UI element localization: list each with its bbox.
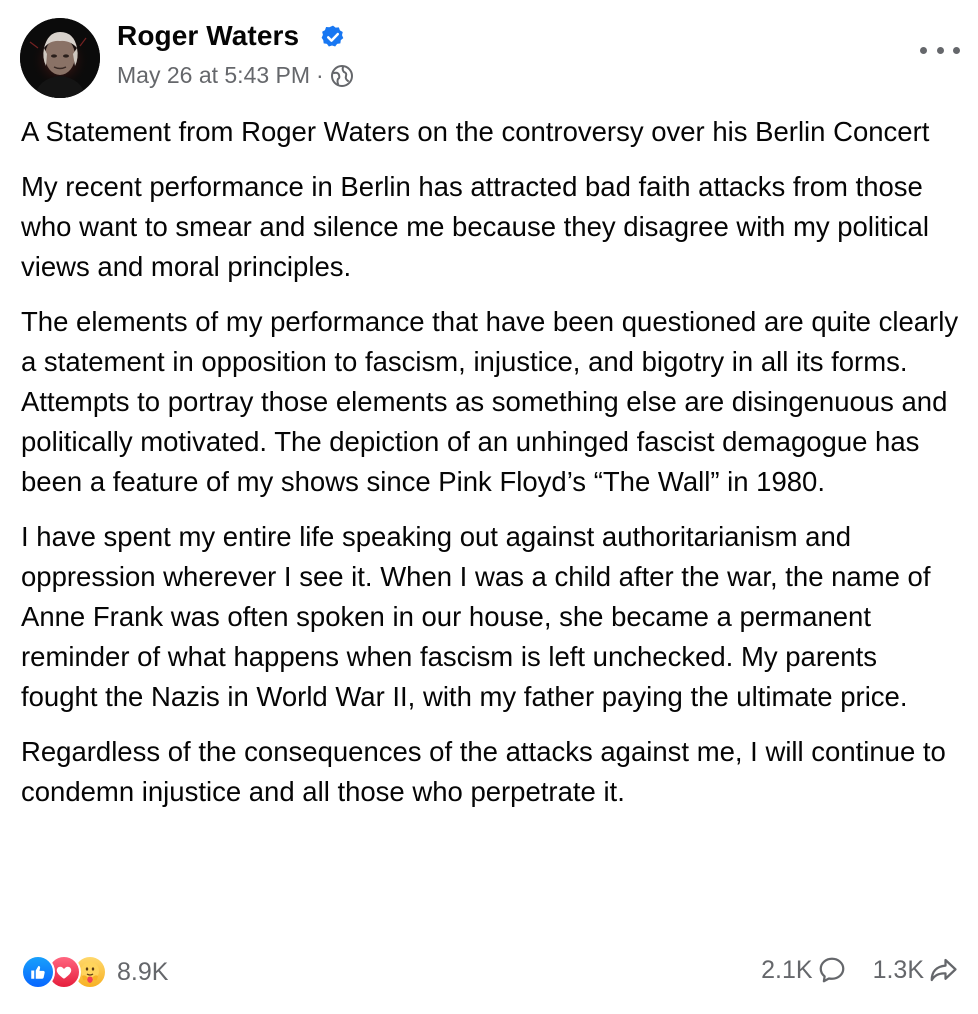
reactions-summary[interactable]: 8.9K — [21, 955, 168, 989]
comment-icon — [819, 957, 844, 983]
post-paragraph: Regardless of the consequences of the at… — [21, 736, 946, 807]
comment-count: 2.1K — [761, 955, 813, 984]
globe-icon[interactable] — [330, 64, 354, 88]
post-paragraph: A Statement from Roger Waters on the con… — [21, 116, 930, 147]
avatar[interactable] — [20, 18, 100, 98]
comments-link[interactable]: 2.1K — [761, 955, 846, 985]
post-paragraph: My recent performance in Berlin has attr… — [21, 171, 929, 282]
post-paragraph: The elements of my performance that have… — [21, 306, 959, 497]
more-dot — [953, 46, 960, 54]
more-options-button[interactable] — [920, 40, 960, 60]
facebook-post: Roger Waters May 26 at 5:43 PM · A State… — [0, 0, 978, 1014]
shares-link[interactable]: 1.3K — [873, 955, 958, 985]
like-icon — [21, 955, 55, 989]
meta-separator: · — [316, 62, 324, 88]
reaction-count[interactable]: 8.9K — [117, 958, 168, 987]
post-timestamp[interactable]: May 26 at 5:43 PM — [117, 62, 310, 89]
post-meta: May 26 at 5:43 PM · — [117, 62, 354, 89]
profile-photo — [20, 18, 100, 98]
more-horizontal-icon — [920, 46, 927, 54]
share-icon — [930, 958, 957, 982]
post-footer: 8.9K 2.1K 1.3K — [21, 950, 958, 996]
share-count: 1.3K — [872, 955, 924, 984]
engagement-stats: 2.1K 1.3K — [761, 955, 958, 985]
post-paragraph: I have spent my entire life speaking out… — [21, 521, 931, 712]
more-dot — [936, 46, 944, 54]
post-header: Roger Waters May 26 at 5:43 PM · — [20, 18, 960, 100]
verified-badge-icon — [321, 25, 344, 47]
author-name[interactable]: Roger Waters — [117, 20, 299, 52]
post-body: A Statement from Roger Waters on the con… — [21, 112, 961, 827]
